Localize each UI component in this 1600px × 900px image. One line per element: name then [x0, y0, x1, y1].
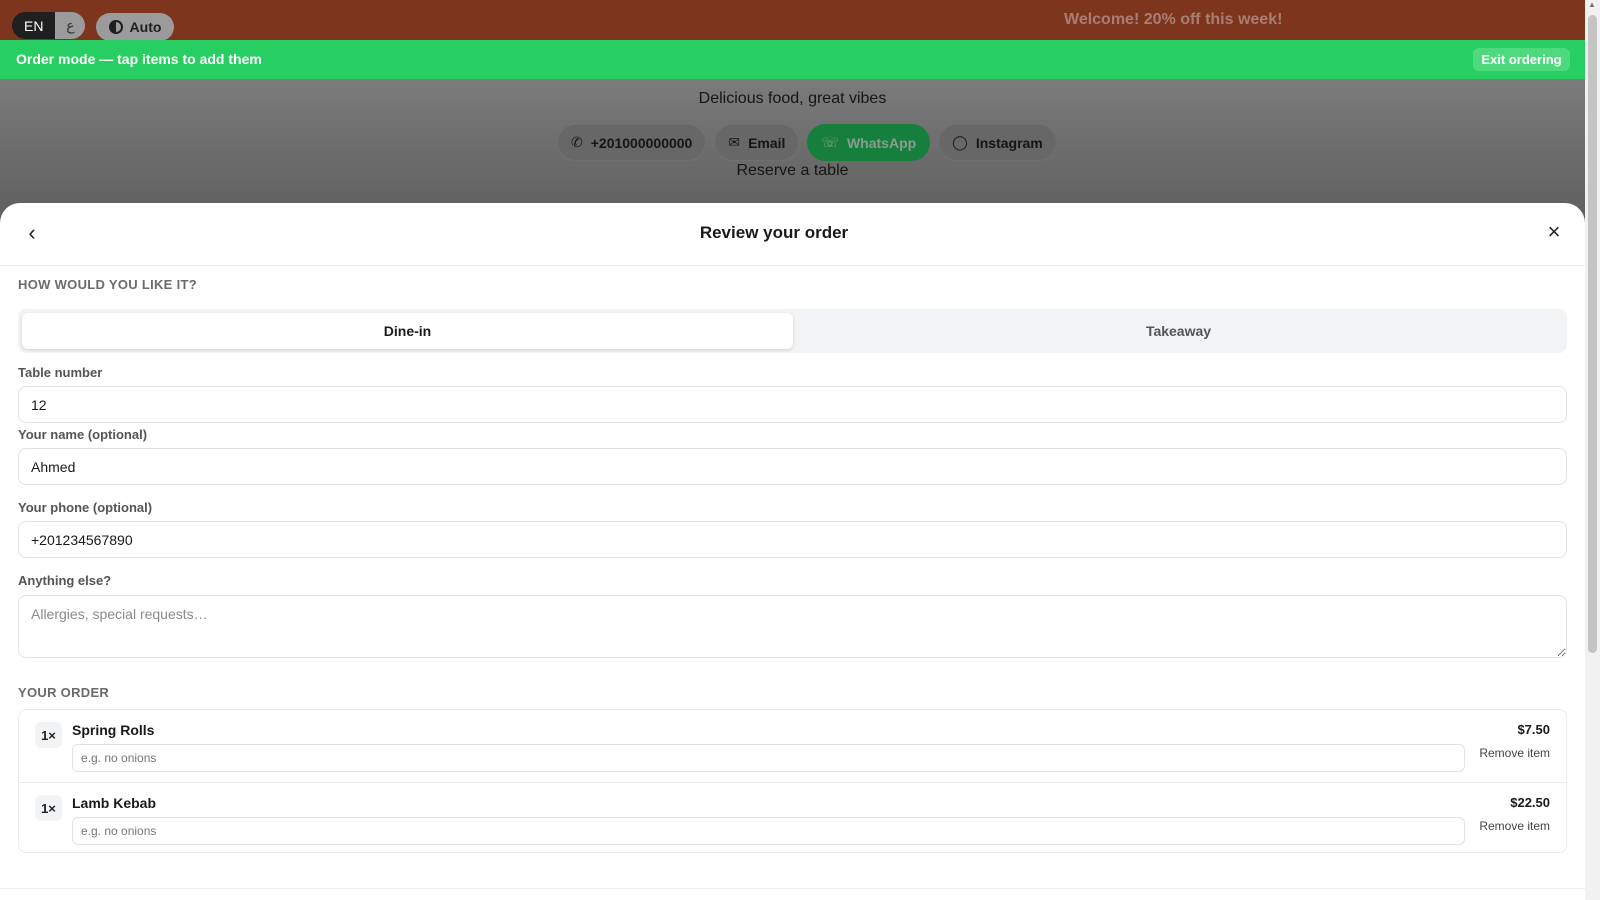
- order-mode-text: Order mode — tap items to add them: [16, 51, 262, 67]
- phone-label: +201000000000: [590, 134, 693, 151]
- item-quantity: 1×: [35, 795, 62, 821]
- promo-bar: EN ع Auto Welcome! 20% off this week!: [0, 0, 1585, 41]
- tab-takeaway[interactable]: Takeaway: [793, 313, 1564, 349]
- table-number-input[interactable]: [18, 386, 1567, 423]
- language-toggle[interactable]: EN ع: [12, 12, 86, 39]
- phone-input[interactable]: [18, 521, 1567, 558]
- scrollbar-thumb[interactable]: [1588, 15, 1597, 653]
- phone-icon: ✆: [571, 134, 583, 150]
- order-items-list: 1× Spring Rolls $7.50 Remove item 1× Lam…: [18, 709, 1567, 853]
- promo-text: Welcome! 20% off this week!: [1064, 11, 1283, 28]
- reserve-table-link[interactable]: Reserve a table: [0, 162, 1585, 180]
- order-section-label: YOUR ORDER: [18, 685, 110, 700]
- name-label: Your name (optional): [18, 427, 148, 442]
- email-icon: ✉: [728, 134, 741, 150]
- table-number-label: Table number: [18, 365, 103, 380]
- sheet-title: Review your order: [699, 223, 849, 242]
- theme-label: Auto: [129, 19, 162, 35]
- mode-section-label: HOW WOULD YOU LIKE IT?: [18, 277, 197, 292]
- order-mode-bar: Order mode — tap items to add them Exit …: [0, 40, 1585, 79]
- order-mode-selector: Dine-in Takeaway: [18, 309, 1567, 353]
- whatsapp-label: WhatsApp: [846, 134, 917, 151]
- lang-option-en[interactable]: EN: [12, 12, 56, 39]
- name-input[interactable]: [18, 448, 1567, 485]
- instagram-label: Instagram: [975, 134, 1043, 151]
- instagram-icon: ◯: [952, 134, 968, 150]
- instagram-link[interactable]: ◯ Instagram: [938, 124, 1057, 161]
- item-note-input[interactable]: [72, 744, 1465, 772]
- item-note-input[interactable]: [72, 817, 1465, 845]
- item-quantity: 1×: [35, 722, 62, 748]
- notes-label: Anything else?: [18, 573, 112, 588]
- list-item: 1× Spring Rolls $7.50 Remove item: [19, 710, 1566, 782]
- item-name: Lamb Kebab: [72, 795, 157, 811]
- whatsapp-icon: ☏: [821, 134, 839, 150]
- sheet-header: ‹ Review your order ×: [0, 203, 1585, 266]
- divider: [0, 888, 1585, 889]
- notes-textarea[interactable]: [18, 595, 1567, 658]
- theme-toggle-button[interactable]: Auto: [96, 13, 174, 41]
- item-price: $7.50: [1517, 722, 1550, 737]
- email-label: Email: [748, 134, 786, 151]
- whatsapp-link[interactable]: ☏ WhatsApp: [807, 124, 931, 161]
- review-order-sheet: ‹ Review your order × HOW WOULD YOU LIKE…: [0, 203, 1585, 900]
- contrast-icon: [108, 20, 123, 34]
- item-price: $22.50: [1510, 795, 1550, 810]
- list-item: 1× Lamb Kebab $22.50 Remove item: [19, 782, 1566, 854]
- tagline: Delicious food, great vibes: [698, 90, 887, 107]
- remove-item-button[interactable]: Remove item: [1479, 746, 1550, 760]
- item-name: Spring Rolls: [72, 722, 155, 738]
- email-link[interactable]: ✉ Email: [714, 124, 800, 161]
- close-icon[interactable]: ×: [1542, 220, 1566, 244]
- lang-option-ar[interactable]: ع: [55, 12, 86, 39]
- phone-link[interactable]: ✆ +201000000000: [557, 124, 707, 161]
- contact-links: ✆ +201000000000 ✉ Email ☏ WhatsApp ◯ Ins…: [557, 124, 1057, 161]
- remove-item-button[interactable]: Remove item: [1479, 819, 1550, 833]
- phone-label: Your phone (optional): [18, 500, 153, 515]
- scroll-up-arrow-icon[interactable]: ▲: [1588, 0, 1596, 9]
- exit-ordering-button[interactable]: Exit ordering: [1473, 48, 1570, 71]
- tab-dine-in[interactable]: Dine-in: [22, 313, 793, 349]
